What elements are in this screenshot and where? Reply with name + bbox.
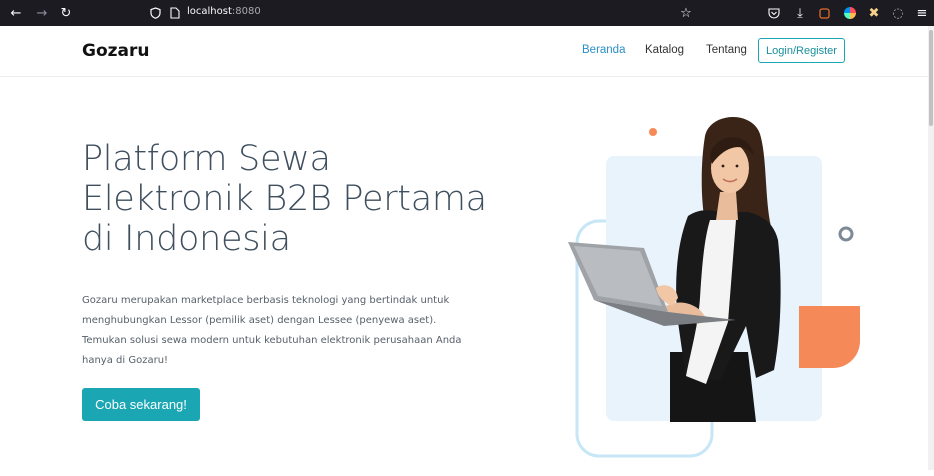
shield-icon[interactable] [147, 5, 163, 21]
login-register-button[interactable]: Login/Register [758, 38, 845, 63]
hero-title: Platform Sewa Elektronik B2B Pertama di … [82, 139, 502, 259]
try-now-button[interactable]: Coba sekarang! [82, 388, 200, 421]
page-icon [167, 5, 183, 21]
url-host: localhost [187, 6, 232, 17]
page-scrollbar[interactable] [928, 26, 934, 470]
hero-title-line: di Indonesia [82, 219, 291, 259]
hero-title-line: Platform Sewa [82, 139, 331, 179]
url-port: :8080 [231, 6, 261, 17]
web-page: Gozaru Beranda Katalog Tentang Login/Reg… [0, 26, 928, 470]
grey-ring [838, 226, 854, 242]
site-navbar: Gozaru Beranda Katalog Tentang Login/Reg… [0, 26, 928, 77]
nav-link-katalog[interactable]: Katalog [645, 44, 684, 56]
site-logo[interactable]: Gozaru [82, 41, 150, 61]
orange-dot [649, 128, 657, 136]
bookmark-star-icon[interactable]: ☆ [678, 5, 694, 21]
orange-shape [799, 306, 860, 368]
pocket-icon[interactable] [766, 5, 782, 21]
back-icon[interactable]: ← [8, 5, 24, 21]
tools-extension-icon[interactable]: ✖ [866, 5, 882, 21]
hero-description: Gozaru merupakan marketplace berbasis te… [82, 295, 462, 366]
forward-icon[interactable]: → [34, 5, 50, 21]
nav-link-beranda[interactable]: Beranda [582, 44, 625, 56]
reload-icon[interactable]: ↻ [58, 5, 74, 21]
menu-icon[interactable]: ≡ [914, 5, 930, 21]
color-extension-icon[interactable] [842, 5, 858, 21]
hero-illustration [568, 116, 860, 458]
extension-icon[interactable] [816, 5, 832, 21]
hero-title-line: Elektronik B2B Pertama [82, 179, 487, 219]
sync-icon[interactable]: ◌ [890, 5, 906, 21]
download-icon[interactable]: ⤓ [792, 5, 808, 21]
browser-toolbar: ← → ↻ localhost:8080 ☆ ⤓ ✖ ◌ ≡ [0, 0, 934, 26]
scrollbar-thumb[interactable] [929, 30, 933, 126]
nav-link-tentang[interactable]: Tentang [706, 44, 747, 56]
address-bar[interactable]: localhost:8080 [187, 6, 261, 17]
